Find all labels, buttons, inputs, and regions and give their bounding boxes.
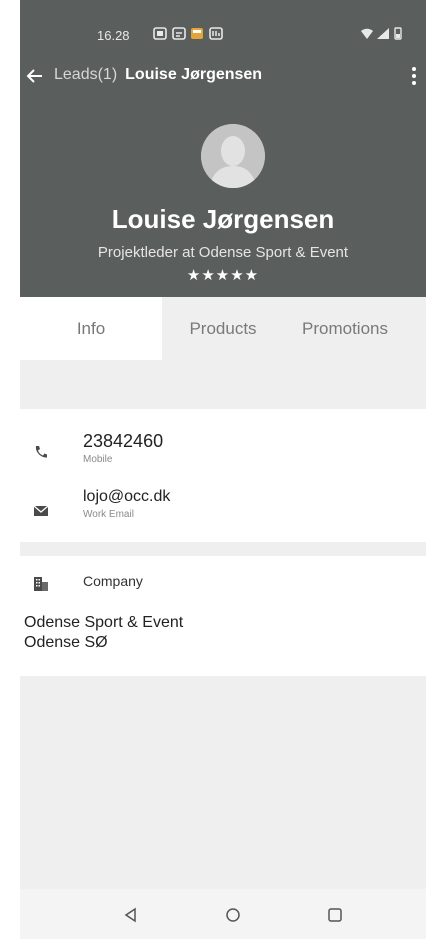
overflow-menu-icon[interactable]	[408, 63, 420, 89]
tab-info[interactable]: Info	[20, 297, 162, 360]
email-icon	[33, 505, 49, 516]
contact-title: Projektleder at Odense Sport & Event	[97, 244, 349, 261]
status-time: 16.28	[97, 28, 130, 43]
company-icon	[34, 577, 48, 591]
contact-name: Louise Jørgensen	[111, 204, 335, 234]
tab-bar: Info Products Promotions	[20, 297, 426, 360]
avatar-icon	[201, 124, 265, 188]
nav-back-icon[interactable]	[122, 906, 140, 924]
avatar	[201, 124, 265, 188]
screen-left-margin	[0, 0, 20, 939]
breadcrumb-leads-link[interactable]: Leads(1)	[54, 66, 117, 83]
phone-type: Mobile	[83, 454, 113, 465]
company-heading: Company	[83, 573, 143, 589]
notification-icon	[209, 27, 223, 40]
email-address[interactable]: lojo@occ.dk	[83, 488, 170, 506]
status-bar: 16.28	[20, 0, 426, 56]
breadcrumb-current: Louise Jørgensen	[125, 66, 263, 83]
notification-icon	[191, 28, 203, 39]
battery-icon	[394, 27, 402, 40]
company-name[interactable]: Odense Sport & Event	[24, 614, 183, 632]
breadcrumb: Leads(1) Louise Jørgensen	[54, 66, 262, 84]
back-arrow-icon[interactable]	[24, 65, 46, 87]
app-screen: 16.28 Leads(1) Louise Jørgensen Louise Jø…	[20, 0, 426, 939]
tab-products[interactable]: Products	[162, 297, 284, 360]
rating-stars: ★★★★★	[186, 267, 260, 284]
tab-promotions[interactable]: Promotions	[302, 297, 426, 360]
system-nav-bar	[20, 889, 426, 939]
nav-recents-icon[interactable]	[326, 906, 344, 924]
phone-icon	[35, 446, 47, 458]
nav-home-icon[interactable]	[224, 906, 242, 924]
contact-section	[20, 409, 426, 542]
wifi-icon	[361, 28, 373, 39]
signal-icon	[377, 28, 389, 39]
notification-icon	[153, 27, 167, 40]
notification-icon	[172, 27, 186, 40]
company-city: Odense SØ	[24, 634, 108, 651]
phone-number[interactable]: 23842460	[83, 431, 163, 452]
email-type: Work Email	[83, 509, 134, 520]
